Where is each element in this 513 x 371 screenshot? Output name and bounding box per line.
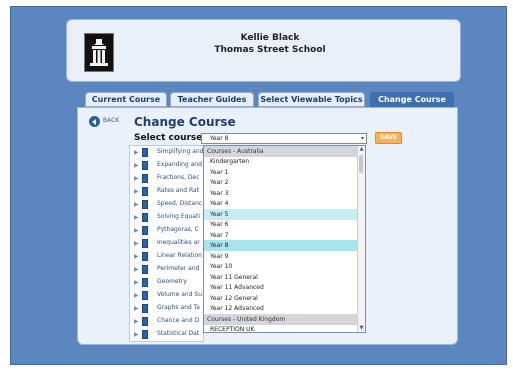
expand-arrow-icon[interactable]: ▶	[134, 201, 139, 208]
course-option[interactable]: Year 6	[204, 219, 358, 230]
topic-list: ▶ Simplifying and ▶ Expanding and ▶ Fractio…	[129, 145, 204, 342]
course-option[interactable]: Year 12 General	[204, 293, 358, 304]
select-course-label: Select course:	[134, 133, 206, 143]
topic-label: Solving Equati	[157, 213, 200, 220]
list-item[interactable]: ▶ Linear Relation	[130, 252, 205, 264]
course-option[interactable]: Year 11 General	[204, 272, 358, 283]
list-item[interactable]: ▶ Simplifying and	[130, 148, 205, 160]
book-icon	[142, 148, 148, 157]
topic-label: Statistical Dat	[157, 330, 200, 337]
tab-select-viewable-topics[interactable]: Select Viewable Topics	[258, 92, 365, 107]
list-item[interactable]: ▶ Chance and D	[130, 317, 205, 329]
school-logo-icon	[84, 33, 114, 72]
scroll-down-icon[interactable]: ▼	[358, 325, 365, 332]
tab-change-course[interactable]: Change Course	[370, 92, 454, 107]
book-icon	[142, 213, 148, 222]
expand-arrow-icon[interactable]: ▶	[134, 305, 139, 312]
back-label: BACK	[103, 117, 120, 124]
topic-label: Volume and Su	[157, 291, 203, 298]
expand-arrow-icon[interactable]: ▶	[134, 318, 139, 325]
topic-label: Simplifying and	[157, 148, 204, 155]
list-item[interactable]: ▶ Speed, Distanc	[130, 200, 205, 212]
course-option[interactable]: Year 12 Advanced	[204, 303, 358, 314]
expand-arrow-icon[interactable]: ▶	[134, 188, 139, 195]
course-option-selected[interactable]: Year 8	[204, 240, 358, 251]
topic-label: Linear Relation	[157, 252, 202, 259]
list-item[interactable]: ▶ Perimeter and	[130, 265, 205, 277]
expand-arrow-icon[interactable]: ▶	[134, 162, 139, 169]
course-option[interactable]: Kindergarten	[204, 156, 358, 167]
topic-label: Geometry	[157, 278, 187, 285]
topic-label: Speed, Distanc	[157, 200, 203, 207]
expand-arrow-icon[interactable]: ▶	[134, 292, 139, 299]
course-option[interactable]: Year 5	[204, 208, 358, 220]
course-option[interactable]: RECEPTION UK	[204, 324, 358, 332]
dropdown-scrollbar[interactable]: ▲ ▼	[357, 146, 365, 332]
topic-label: Expanding and	[157, 161, 202, 168]
tab-teacher-guides[interactable]: Teacher Guides	[170, 92, 254, 107]
book-icon	[142, 265, 148, 274]
course-option[interactable]: Year 3	[204, 188, 358, 199]
topic-label: Perimeter and	[157, 265, 200, 272]
save-button[interactable]: SAVE	[375, 132, 402, 144]
list-item[interactable]: ▶ Expanding and	[130, 161, 205, 173]
course-option[interactable]: Year 4	[204, 198, 358, 209]
course-option[interactable]: Year 9	[204, 251, 358, 262]
chevron-down-icon[interactable]: ▾	[361, 135, 364, 142]
list-item[interactable]: ▶ Volume and Su	[130, 291, 205, 303]
list-item[interactable]: ▶ Graphs and Ta	[130, 304, 205, 316]
user-name: Kellie Black	[240, 33, 300, 43]
book-icon	[142, 187, 148, 196]
back-arrow-icon	[89, 116, 100, 127]
back-button[interactable]: BACK	[89, 116, 123, 128]
school-name: Thomas Street School	[214, 45, 326, 55]
topic-label: Inequalities ar	[157, 239, 200, 246]
list-item[interactable]: ▶ Rates and Rat	[130, 187, 205, 199]
book-icon	[142, 239, 148, 248]
expand-arrow-icon[interactable]: ▶	[134, 253, 139, 260]
course-select-value: Year 8	[210, 135, 229, 142]
book-icon	[142, 330, 148, 339]
course-option[interactable]: Year 1	[204, 167, 358, 178]
course-dropdown-list: Courses - Australia Kindergarten Year 1 …	[203, 145, 366, 333]
expand-arrow-icon[interactable]: ▶	[134, 331, 139, 338]
expand-arrow-icon[interactable]: ▶	[134, 227, 139, 234]
course-option[interactable]: Year 10	[204, 261, 358, 272]
topic-label: Fractions, Dec	[157, 174, 200, 181]
book-icon	[142, 278, 148, 287]
course-option[interactable]: Year 7	[204, 230, 358, 241]
list-item[interactable]: ▶ Pythagoras, C	[130, 226, 205, 238]
page-title: Change Course	[134, 115, 236, 129]
expand-arrow-icon[interactable]: ▶	[134, 175, 139, 182]
book-icon	[142, 161, 148, 170]
scroll-thumb[interactable]	[359, 155, 363, 173]
expand-arrow-icon[interactable]: ▶	[134, 240, 139, 247]
expand-arrow-icon[interactable]: ▶	[134, 149, 139, 156]
list-item[interactable]: ▶ Statistical Dat	[130, 330, 205, 342]
topic-label: Rates and Rat	[157, 187, 200, 194]
list-item[interactable]: ▶ Solving Equati	[130, 213, 205, 225]
expand-arrow-icon[interactable]: ▶	[134, 214, 139, 221]
list-item[interactable]: ▶ Fractions, Dec	[130, 174, 205, 186]
course-option[interactable]: Year 11 Advanced	[204, 282, 358, 293]
tab-current-course[interactable]: Current Course	[85, 92, 167, 107]
course-option[interactable]: Year 2	[204, 177, 358, 188]
book-icon	[142, 226, 148, 235]
topic-label: Graphs and Ta	[157, 304, 200, 311]
option-group-header: Courses - United Kingdom	[204, 313, 358, 325]
book-icon	[142, 317, 148, 326]
topic-label: Pythagoras, C	[157, 226, 199, 233]
book-icon	[142, 291, 148, 300]
book-icon	[142, 200, 148, 209]
expand-arrow-icon[interactable]: ▶	[134, 279, 139, 286]
list-item[interactable]: ▶ Geometry	[130, 278, 205, 290]
list-item[interactable]: ▶ Inequalities ar	[130, 239, 205, 251]
book-icon	[142, 174, 148, 183]
book-icon	[142, 252, 148, 261]
course-select[interactable]: Year 8 ▾	[201, 133, 367, 144]
expand-arrow-icon[interactable]: ▶	[134, 266, 139, 273]
scroll-up-icon[interactable]: ▲	[358, 146, 365, 153]
topic-label: Chance and D	[157, 317, 200, 324]
book-icon	[142, 304, 148, 313]
